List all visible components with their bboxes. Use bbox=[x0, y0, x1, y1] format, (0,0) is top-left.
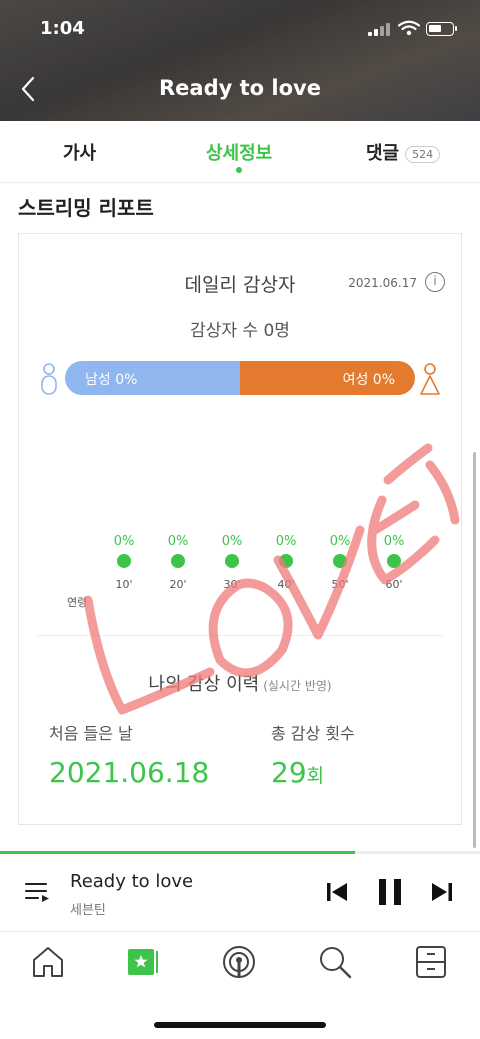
age-col-20: 0% 20' bbox=[158, 534, 198, 591]
report-date: 2021.06.17 bbox=[348, 276, 417, 290]
active-tab-indicator bbox=[236, 167, 243, 173]
total-plays-number: 29 bbox=[271, 756, 307, 789]
male-label: 남성 0% bbox=[85, 372, 138, 388]
age-col-10: 0% 10' bbox=[104, 534, 144, 591]
nav-bar: Ready to love bbox=[0, 64, 480, 114]
scrollbar[interactable] bbox=[473, 452, 476, 848]
age-pct: 0% bbox=[221, 534, 243, 549]
age-tick: 50' bbox=[331, 578, 349, 591]
total-plays-unit: 회 bbox=[306, 765, 325, 787]
wifi-icon bbox=[398, 20, 420, 36]
history-title-text: 나의 감상 이력 bbox=[148, 674, 260, 695]
now-playing-artist: 세븐틴 bbox=[70, 903, 106, 918]
age-dot bbox=[333, 554, 347, 568]
comment-count-badge: 524 bbox=[405, 145, 441, 163]
tab-details-label: 상세정보 bbox=[206, 143, 273, 164]
tab-comments-label: 댓글 bbox=[366, 143, 400, 164]
age-dot bbox=[279, 554, 293, 568]
history-title: 나의 감상 이력 (실시간 반영) bbox=[19, 670, 461, 696]
male-bar: 남성 0% bbox=[65, 361, 240, 395]
status-time: 1:04 bbox=[40, 18, 85, 39]
age-dot bbox=[387, 554, 401, 568]
signal-icon bbox=[368, 22, 390, 36]
listener-count: 감상자 수 0명 bbox=[190, 321, 290, 341]
age-axis-label: 연령 bbox=[67, 596, 88, 609]
status-bar: 1:04 bbox=[0, 0, 480, 58]
podcast-icon[interactable] bbox=[221, 944, 257, 980]
age-pct: 0% bbox=[329, 534, 351, 549]
age-col-60: 0% 60' bbox=[374, 534, 414, 591]
female-bar: 여성 0% bbox=[240, 361, 415, 395]
library-icon[interactable] bbox=[413, 944, 449, 980]
history-subtitle: (실시간 반영) bbox=[263, 679, 332, 693]
age-dot bbox=[171, 554, 185, 568]
home-indicator bbox=[154, 1022, 326, 1028]
age-pct: 0% bbox=[167, 534, 189, 549]
tab-details[interactable]: 상세정보 bbox=[206, 139, 273, 173]
age-tick: 60' bbox=[385, 578, 403, 591]
divider bbox=[37, 635, 443, 636]
info-icon[interactable]: i bbox=[425, 272, 445, 292]
age-dot bbox=[225, 554, 239, 568]
female-label: 여성 0% bbox=[342, 372, 395, 388]
status-icons bbox=[368, 20, 458, 40]
bottom-nav bbox=[0, 932, 480, 1039]
age-col-30: 0% 30' bbox=[212, 534, 252, 591]
my-music-icon[interactable] bbox=[126, 944, 162, 980]
age-dot bbox=[117, 554, 131, 568]
age-pct: 0% bbox=[383, 534, 405, 549]
age-distribution: 연령 0% 10' 0% 20' 0% 30' 0% 40' 0% 50' 0% bbox=[19, 534, 463, 614]
tab-comments[interactable]: 댓글 524 bbox=[366, 139, 441, 165]
home-icon[interactable] bbox=[30, 944, 66, 980]
gender-ratio-bar: 남성 0% 여성 0% bbox=[65, 361, 415, 395]
now-playing-title[interactable]: Ready to love bbox=[70, 871, 193, 892]
age-tick: 20' bbox=[169, 578, 187, 591]
total-plays-label: 총 감상 횟수 bbox=[271, 724, 355, 743]
page-title: Ready to love bbox=[159, 76, 321, 100]
battery-icon bbox=[426, 22, 457, 36]
first-listen-date: 2021.06.18 bbox=[49, 756, 210, 789]
first-listen-label: 처음 들은 날 bbox=[49, 724, 133, 743]
playlist-icon[interactable] bbox=[24, 878, 52, 906]
streaming-report-card: 데일리 감상자 2021.06.17 i 감상자 수 0명 남성 0% 여성 0… bbox=[18, 233, 462, 825]
tab-lyrics-label: 가사 bbox=[63, 143, 97, 164]
search-icon[interactable] bbox=[317, 944, 353, 980]
section-title: 스트리밍 리포트 bbox=[18, 196, 154, 220]
age-pct: 0% bbox=[113, 534, 135, 549]
header: 1:04 Ready to love bbox=[0, 0, 480, 121]
male-icon bbox=[41, 363, 57, 395]
mini-player: Ready to love 세븐틴 bbox=[0, 854, 480, 932]
tab-bar: 가사 상세정보 댓글 524 bbox=[0, 121, 480, 183]
female-icon bbox=[420, 363, 440, 395]
previous-track-icon[interactable] bbox=[325, 880, 349, 904]
age-tick: 30' bbox=[223, 578, 241, 591]
next-track-icon[interactable] bbox=[430, 880, 454, 904]
age-pct: 0% bbox=[275, 534, 297, 549]
pause-icon[interactable] bbox=[377, 878, 403, 906]
age-tick: 40' bbox=[277, 578, 295, 591]
tab-lyrics[interactable]: 가사 bbox=[63, 139, 96, 165]
age-tick: 10' bbox=[115, 578, 133, 591]
age-col-50: 0% 50' bbox=[320, 534, 360, 591]
age-col-40: 0% 40' bbox=[266, 534, 306, 591]
total-plays-value: 29회 bbox=[271, 756, 324, 789]
